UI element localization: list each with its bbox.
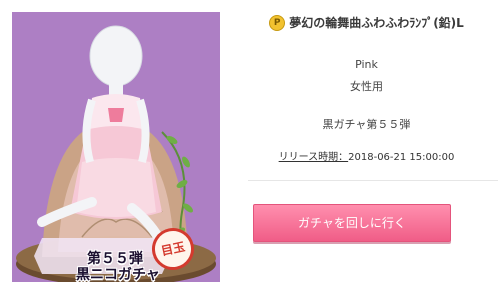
item-thumbnail: 第５５弾 黒ニコガチャ 目玉 xyxy=(0,0,234,291)
item-details: P 夢幻の輪舞曲ふわふわﾗﾝﾌﾟ(鉛)L Pink 女性用 黒ガチャ第５５弾 リリ… xyxy=(234,0,499,291)
item-gender: 女性用 xyxy=(350,80,383,93)
p-coin-icon: P xyxy=(269,14,286,31)
item-series: 黒ガチャ第５５弾 xyxy=(322,118,411,131)
release-date: 2018-06-21 15:00:00 xyxy=(348,152,455,163)
item-title-row: P 夢幻の輪舞曲ふわふわﾗﾝﾌﾟ(鉛)L xyxy=(234,14,499,31)
item-release: リリース時期：2018-06-21 15:00:00 xyxy=(234,148,499,163)
item-title: 夢幻の輪舞曲ふわふわﾗﾝﾌﾟ(鉛)L xyxy=(289,16,464,30)
item-color: Pink xyxy=(355,58,378,71)
go-to-gacha-button[interactable]: ガチャを回しに行く xyxy=(253,204,451,242)
divider xyxy=(248,180,498,181)
thumbnail-frame: 第５５弾 黒ニコガチャ 目玉 xyxy=(12,12,220,282)
item-card: 第５５弾 黒ニコガチャ 目玉 P 夢幻の輪舞曲ふわふわﾗﾝﾌﾟ(鉛)L Pink … xyxy=(0,0,499,291)
release-label: リリース時期： xyxy=(278,152,349,163)
banner-gacha-name: 黒ニコガチャ xyxy=(76,267,160,282)
